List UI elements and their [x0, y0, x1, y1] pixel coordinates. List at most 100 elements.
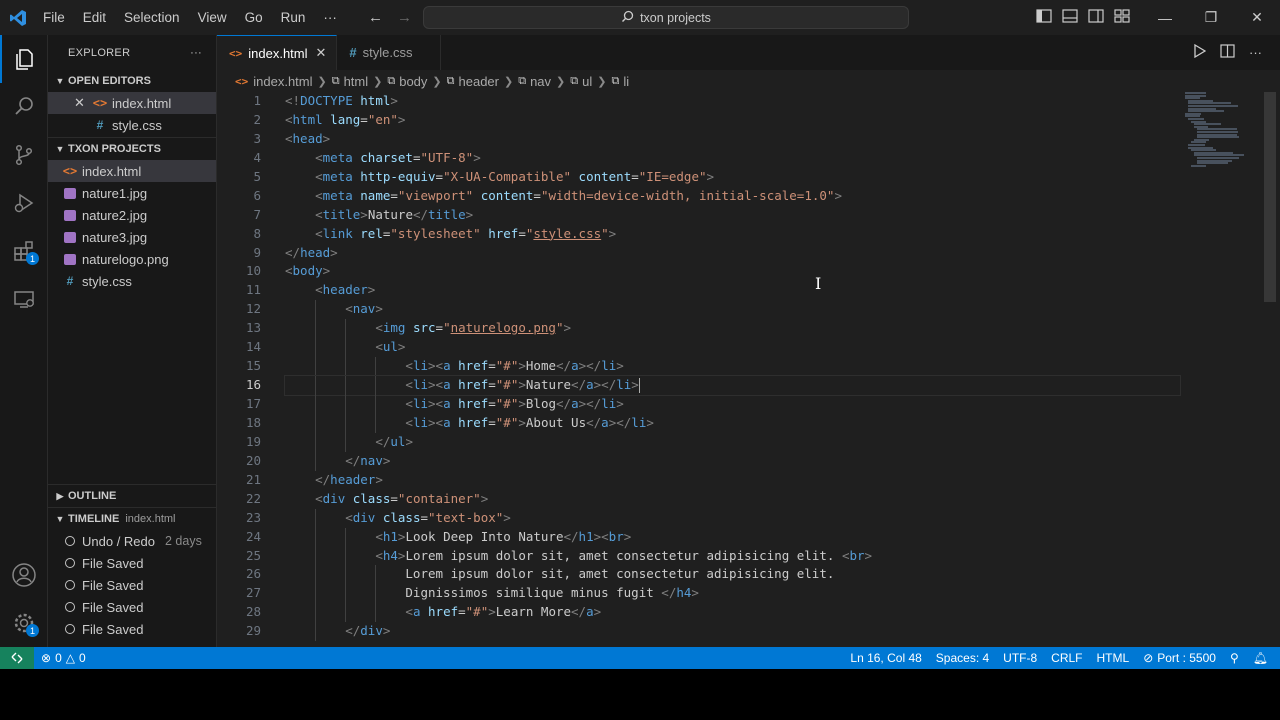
run-play-icon[interactable]	[1194, 43, 1207, 61]
source-control-icon[interactable]	[0, 131, 48, 179]
manage-gear-icon[interactable]: 1	[0, 599, 48, 647]
explorer-icon[interactable]	[0, 35, 48, 83]
remote-explorer-icon[interactable]	[0, 275, 48, 323]
timeline-entry[interactable]: File Saved	[48, 618, 216, 640]
code-line[interactable]: <a href="#">Learn More</a>	[285, 603, 1180, 623]
toggle-panel-icon[interactable]	[1062, 9, 1078, 26]
explorer-more-actions[interactable]: ···	[190, 47, 202, 59]
live-server-port[interactable]: ⊘ Port : 5500	[1136, 651, 1223, 665]
code-line[interactable]: Dignissimos similique minus fugit </h4>	[285, 584, 1180, 604]
code-line[interactable]: <html lang="en">	[285, 111, 1180, 130]
notifications-bell-icon[interactable]: 🔔︎	[1246, 651, 1280, 665]
run-debug-icon[interactable]	[0, 179, 48, 227]
code-line[interactable]: <title>Nature</title>	[285, 206, 1180, 225]
breadcrumb-ul[interactable]: ⧉ ul	[570, 74, 592, 89]
code-line[interactable]: <div class="container">	[285, 490, 1180, 509]
more-actions-icon[interactable]: ···	[1249, 45, 1262, 60]
code-line[interactable]: <ul>	[285, 338, 1180, 358]
menu-more[interactable]: ···	[314, 0, 346, 35]
remote-indicator-icon[interactable]	[0, 647, 34, 669]
menu-run[interactable]: Run	[272, 0, 315, 35]
cursor-position[interactable]: Ln 16, Col 48	[843, 651, 928, 665]
code-editor[interactable]: 1 2 3 4 5 6 7 8 9 10 11 12 13 14 15 16 17 18 19 20 21 22 23 24 2…	[217, 92, 1280, 647]
code-line[interactable]: </header>	[285, 471, 1180, 490]
file-item[interactable]: <> index.html	[48, 160, 216, 182]
code-line[interactable]: </ul>	[285, 432, 1180, 452]
tab-style-css[interactable]: # style.css	[337, 35, 442, 70]
minimize-icon[interactable]: —	[1142, 0, 1188, 35]
toggle-secondary-sidebar-icon[interactable]	[1088, 9, 1104, 26]
command-center-search[interactable]: txon projects	[423, 6, 909, 29]
search-view-icon[interactable]	[0, 83, 48, 131]
code-line[interactable]: <h4>Lorem ipsum dolor sit, amet consecte…	[285, 546, 1180, 566]
menu-go[interactable]: Go	[236, 0, 272, 35]
code-line[interactable]: </head>	[285, 244, 1180, 263]
code-line[interactable]: <meta charset="UTF-8">	[285, 149, 1180, 168]
open-editor-item[interactable]: ✕ <> index.html	[48, 92, 216, 114]
code-line[interactable]: <header>	[285, 281, 1180, 300]
breadcrumb-header[interactable]: ⧉ header	[447, 74, 499, 89]
code-line[interactable]: <li><a href="#">Nature</a></li>	[284, 375, 1181, 396]
breadcrumb-html[interactable]: ⧉ html	[332, 74, 368, 89]
close-editor-icon[interactable]: ✕	[74, 95, 92, 111]
code-line[interactable]: <img src="naturelogo.png">	[285, 319, 1180, 339]
accounts-icon[interactable]	[0, 551, 48, 599]
file-item[interactable]: nature1.jpg	[48, 182, 216, 204]
code-line[interactable]: <li><a href="#">About Us</a></li>	[285, 413, 1180, 433]
back-arrow-icon[interactable]: ←	[368, 9, 383, 26]
timeline-entry[interactable]: Undo / Redo 2 days	[48, 530, 216, 552]
menu-selection[interactable]: Selection	[115, 0, 189, 35]
encoding[interactable]: UTF-8	[996, 651, 1044, 665]
code-line[interactable]: <h1>Look Deep Into Nature</h1><br>	[285, 527, 1180, 547]
breadcrumb-nav[interactable]: ⧉ nav	[518, 74, 551, 89]
file-item[interactable]: # style.css	[48, 270, 216, 292]
forward-arrow-icon[interactable]: →	[397, 9, 412, 26]
feedback-icon[interactable]: ⚲	[1223, 651, 1246, 665]
code-line[interactable]: <head>	[285, 130, 1180, 149]
timeline-entry[interactable]: File Saved	[48, 552, 216, 574]
menu-edit[interactable]: Edit	[74, 0, 115, 35]
timeline-entry[interactable]: File Saved	[48, 596, 216, 618]
code-line[interactable]: <meta http-equiv="X-UA-Compatible" conte…	[285, 168, 1180, 187]
code-line[interactable]: <body>	[285, 262, 1180, 281]
minimap[interactable]	[1185, 92, 1255, 172]
breadcrumb-li[interactable]: ⧉ li	[611, 74, 629, 89]
extensions-icon[interactable]: 1	[0, 227, 48, 275]
line-endings[interactable]: CRLF	[1044, 651, 1089, 665]
timeline-entry[interactable]: File Saved	[48, 574, 216, 596]
breadcrumb-file[interactable]: <> index.html	[235, 74, 313, 89]
indentation[interactable]: Spaces: 4	[929, 651, 996, 665]
open-editor-item[interactable]: # style.css	[48, 114, 216, 136]
code-lines[interactable]: <!DOCTYPE html> <html lang="en"> <head> <m…	[284, 92, 1181, 642]
code-line[interactable]: <nav>	[285, 300, 1180, 320]
file-item[interactable]: nature2.jpg	[48, 204, 216, 226]
menu-file[interactable]: File	[36, 0, 74, 35]
close-tab-icon[interactable]: ✕	[316, 45, 327, 61]
file-item[interactable]: nature3.jpg	[48, 226, 216, 248]
language-mode[interactable]: HTML	[1090, 651, 1137, 665]
project-folder-header[interactable]: ▼ TXON PROJECTS	[48, 138, 216, 160]
menu-view[interactable]: View	[189, 0, 236, 35]
code-line[interactable]: </div>	[285, 622, 1180, 642]
tab-index-html[interactable]: <> index.html ✕	[217, 35, 338, 70]
code-line[interactable]: </nav>	[285, 451, 1180, 471]
code-line[interactable]: Lorem ipsum dolor sit, amet consectetur …	[285, 565, 1180, 585]
file-item[interactable]: naturelogo.png	[48, 248, 216, 270]
timeline-header[interactable]: ▼ TIMELINE index.html	[48, 508, 216, 530]
toggle-primary-sidebar-icon[interactable]	[1036, 9, 1052, 26]
problems-indicator[interactable]: ⊗ 0 △ 0	[34, 651, 93, 665]
code-line[interactable]: <!DOCTYPE html>	[285, 92, 1180, 111]
breadcrumb-body[interactable]: ⧉ body	[387, 74, 427, 89]
editor-scrollbar[interactable]	[1264, 92, 1276, 647]
outline-header[interactable]: ▶ OUTLINE	[48, 485, 216, 507]
code-line[interactable]: <meta name="viewport" content="width=dev…	[285, 187, 1180, 206]
customize-layout-icon[interactable]	[1114, 9, 1130, 26]
restore-icon[interactable]: ❐	[1188, 0, 1234, 35]
code-line[interactable]: <link rel="stylesheet" href="style.css">	[285, 225, 1180, 244]
scrollbar-thumb[interactable]	[1264, 92, 1276, 302]
close-window-icon[interactable]: ✕	[1234, 0, 1280, 35]
split-editor-icon[interactable]	[1220, 44, 1235, 61]
code-line[interactable]: <li><a href="#">Home</a></li>	[285, 357, 1180, 377]
code-line[interactable]: <li><a href="#">Blog</a></li>	[285, 395, 1180, 414]
code-line[interactable]: <div class="text-box">	[285, 508, 1180, 528]
